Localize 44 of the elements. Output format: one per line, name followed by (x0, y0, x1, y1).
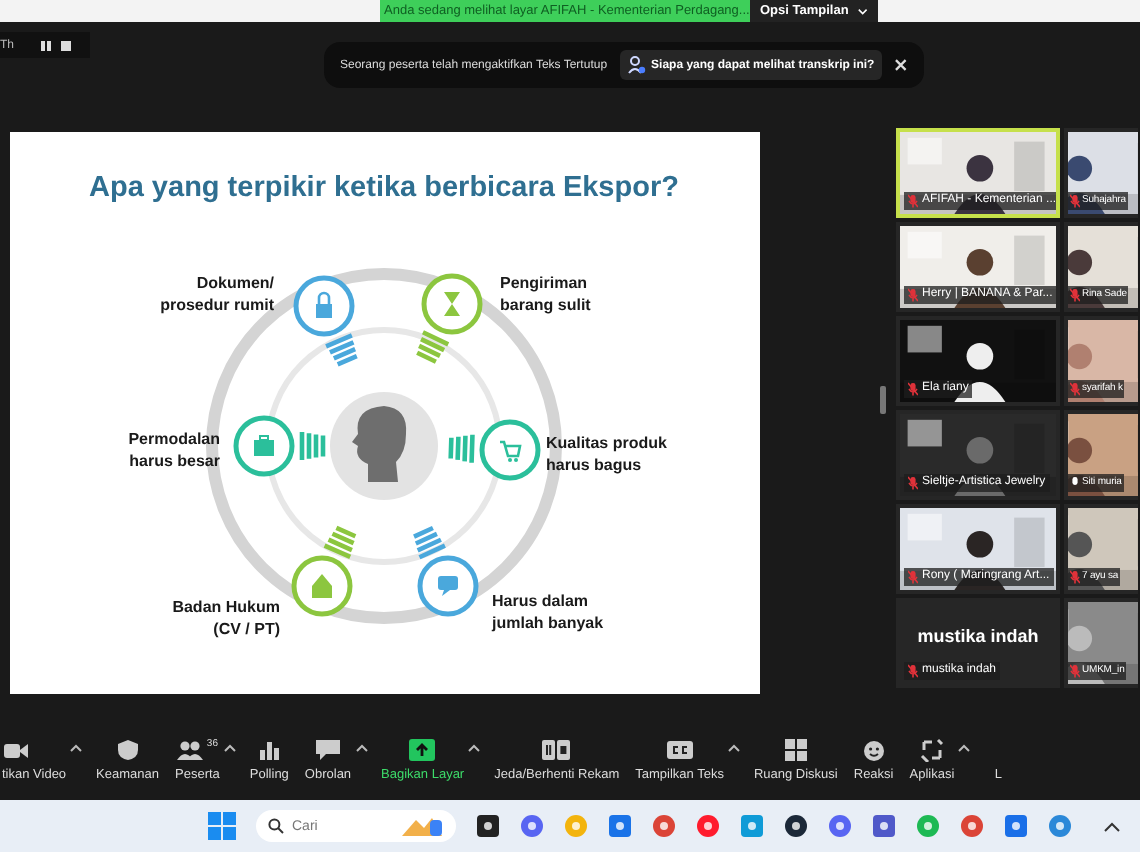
cart-bulb-icon (448, 419, 541, 481)
slide-label: Harus dalam jumlah banyak (492, 591, 604, 632)
windows-start-icon[interactable] (208, 812, 236, 841)
caret-icon[interactable] (727, 744, 740, 753)
stop-icon[interactable] (60, 39, 72, 51)
shield-icon (113, 738, 142, 763)
house-bulb-icon (291, 525, 358, 617)
apps-icon (917, 738, 946, 763)
slide-label: Badan Hukum (CV / PT) (172, 597, 280, 638)
caret-icon[interactable] (70, 744, 83, 753)
pause-icon[interactable] (40, 39, 52, 51)
participant-display-name: mustika indah (915, 625, 1041, 646)
pause-stop-icon (542, 738, 571, 763)
caret-icon[interactable] (223, 744, 236, 753)
resize-handle[interactable] (880, 385, 886, 414)
caret-icon (858, 7, 868, 15)
chat-bulb-icon (411, 525, 479, 617)
hourglass-bulb-icon (414, 273, 483, 364)
slide-label: Permodalan harus besar (128, 429, 220, 470)
slide-label: Kualitas produk harus bagus (546, 433, 667, 474)
taskbar-app-icon[interactable] (784, 814, 808, 839)
grid-icon (781, 738, 810, 763)
speech-bubble-icon (313, 738, 342, 763)
slide-title: Apa yang terpikir ketika berbicara Ekspor? (89, 171, 679, 204)
caret-icon[interactable] (355, 744, 368, 753)
briefcase-bulb-icon (233, 415, 326, 477)
close-icon[interactable] (894, 58, 908, 72)
lock-bulb-icon (293, 275, 360, 367)
search-icon (268, 818, 284, 835)
camera-icon (2, 738, 30, 763)
smiley-icon (859, 738, 888, 763)
chevron-up-icon[interactable] (1104, 822, 1120, 833)
slide-label: Pengiriman barang sulit (500, 273, 591, 314)
taskbar-app-icon[interactable] (476, 814, 500, 839)
person-icon (627, 56, 646, 74)
caret-icon[interactable] (958, 744, 971, 753)
people-icon (176, 738, 205, 763)
share-screen-icon (408, 738, 437, 763)
slide-label: Dokumen/ prosedur rumit (160, 273, 274, 314)
captions-icon (665, 738, 694, 763)
caret-icon[interactable] (468, 744, 481, 753)
widget-drawing (400, 814, 444, 839)
bar-chart-icon (255, 738, 284, 763)
head-silhouette-icon (352, 405, 407, 482)
